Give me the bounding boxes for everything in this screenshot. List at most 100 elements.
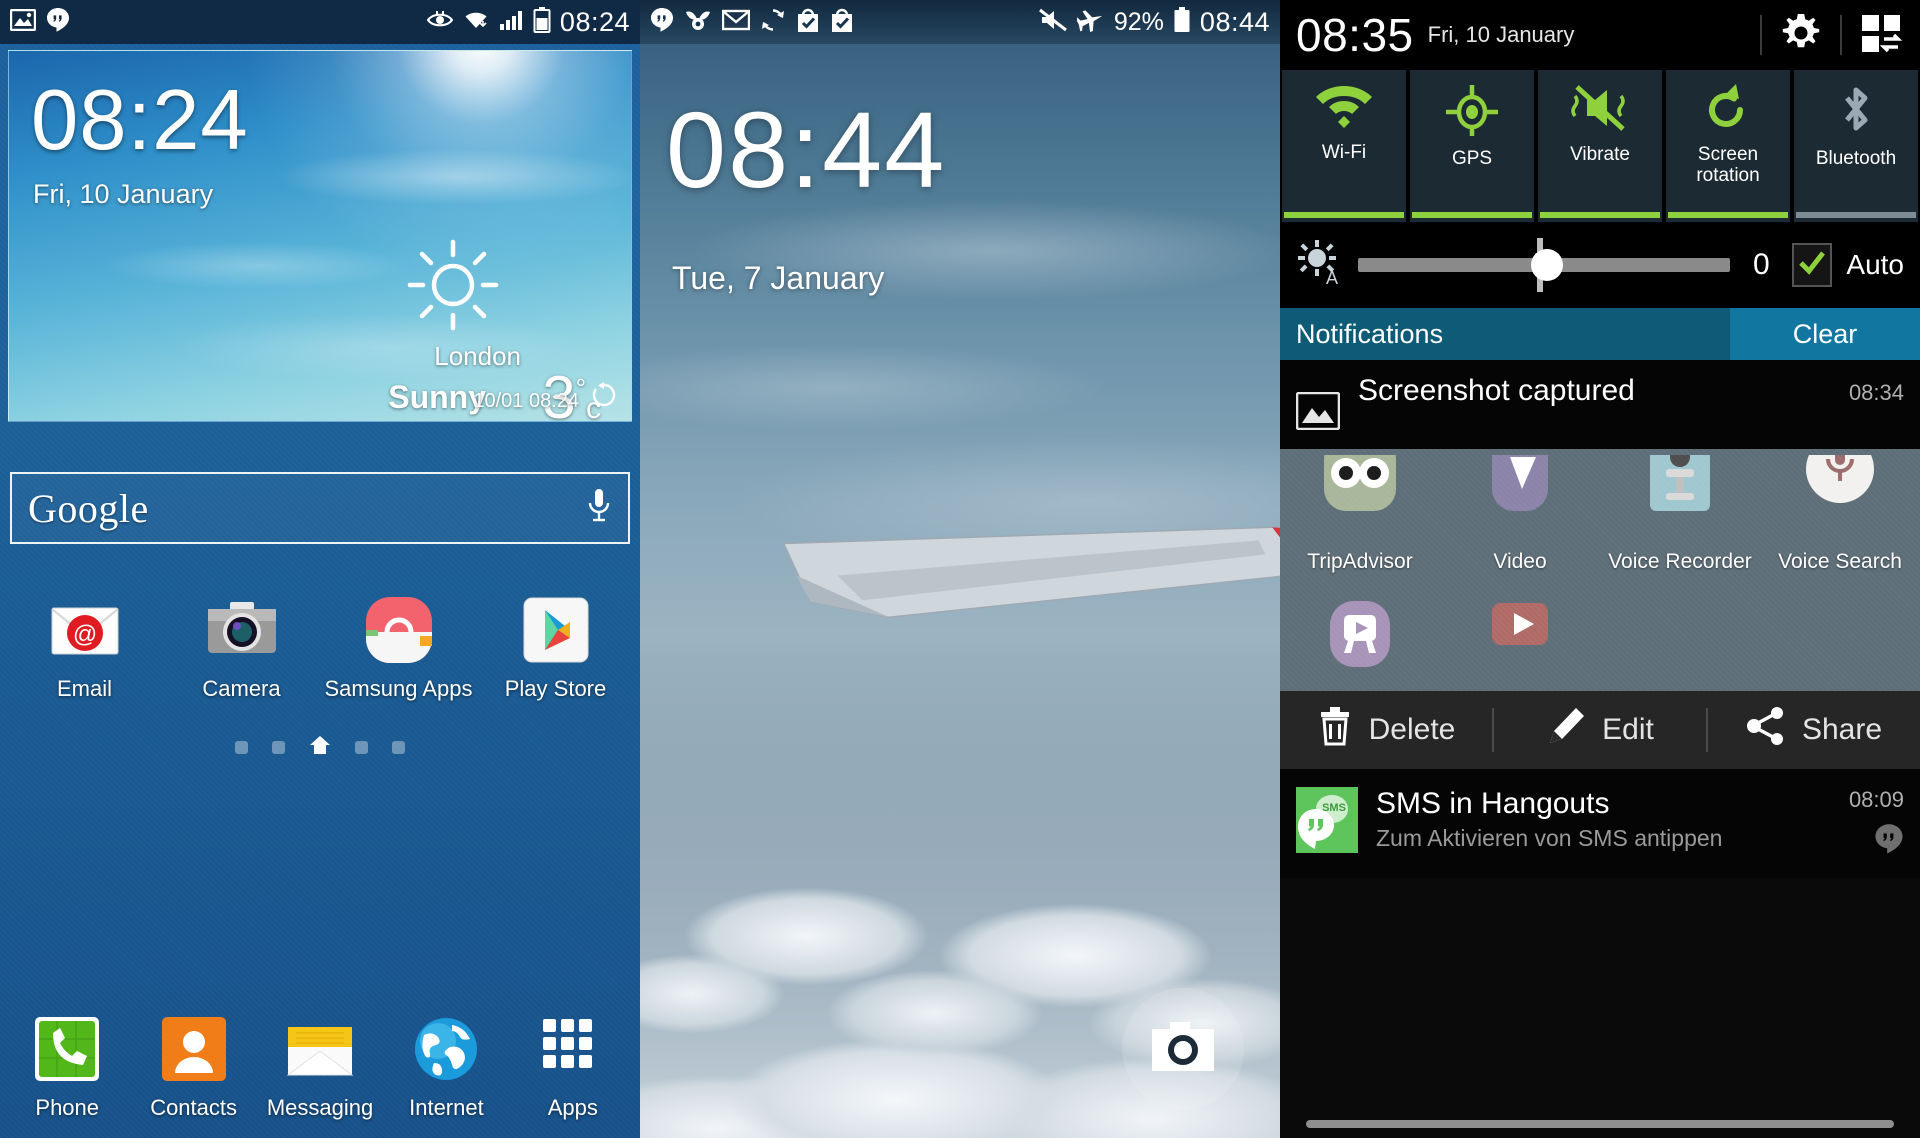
toggle-label: GPS — [1451, 148, 1493, 169]
refresh-icon[interactable] — [591, 382, 617, 413]
app-shortcut-camera[interactable]: Camera — [163, 592, 320, 701]
app-shortcut-email[interactable]: @ Email — [6, 592, 163, 701]
hangouts-icon — [46, 7, 70, 38]
samsung-apps-icon — [361, 592, 437, 668]
weather-updated-time: 10/01 08:24 — [473, 390, 579, 412]
notifications-title: Notifications — [1296, 318, 1444, 349]
drawer-item-tripadvisor[interactable]: TripAdvisor — [1280, 449, 1440, 573]
lockscreen-panel: 92% 08:44 08:44 Tue, 7 January — [640, 0, 1280, 1138]
vibrate-icon — [1569, 82, 1631, 139]
shade-scrollbar[interactable] — [1306, 1120, 1894, 1128]
slider-handle[interactable] — [1531, 249, 1564, 281]
app-shortcut-play-store[interactable]: Play Store — [477, 592, 634, 701]
dock-label: Phone — [35, 1094, 100, 1120]
voice-search-icon — [1798, 449, 1882, 544]
page-dot[interactable] — [392, 741, 405, 755]
share-button[interactable]: Share — [1708, 691, 1920, 769]
home-icon[interactable] — [309, 735, 331, 760]
widget-date: Fri, 10 January — [33, 179, 214, 209]
google-search-bar[interactable]: Google — [10, 472, 630, 544]
notification-title: SMS in Hangouts — [1376, 787, 1610, 820]
svg-text:SMS: SMS — [1322, 802, 1346, 814]
toggle-state-bar — [1540, 212, 1660, 218]
microphone-icon[interactable] — [586, 486, 612, 531]
notification-sms-hangouts[interactable]: SMS SMS in Hangouts Zum Aktivieren von S… — [1280, 769, 1920, 878]
share-label: Share — [1801, 713, 1883, 746]
edit-button[interactable]: Edit — [1494, 691, 1706, 769]
drawer-item-watchon[interactable]: WatchON — [1280, 599, 1440, 691]
brightness-slider[interactable] — [1358, 238, 1731, 292]
app-label: Play Store — [504, 676, 607, 701]
page-dot[interactable] — [355, 741, 368, 755]
app-label: Samsung Apps — [324, 676, 473, 701]
camera-shortcut-button[interactable] — [1122, 988, 1244, 1110]
dock-item-phone[interactable]: Phone — [4, 1011, 130, 1120]
sun-icon — [405, 237, 501, 338]
hangouts-icon — [1874, 823, 1904, 860]
smart-stay-icon — [426, 10, 454, 35]
widget-clock: 08:24 — [31, 73, 249, 168]
notification-screenshot[interactable]: Screenshot captured 08:34 — [1280, 360, 1920, 449]
svg-text:A: A — [1326, 268, 1338, 287]
homescreen-panel: 08:24 08:24 Fri, 10 January London Sunny… — [0, 0, 640, 1138]
toggle-state-bar — [1412, 212, 1532, 218]
status-bar-left-icons — [9, 7, 70, 38]
dock-item-apps[interactable]: Apps — [510, 1011, 636, 1120]
dock-label: Apps — [547, 1094, 598, 1120]
toggle-state-bar — [1796, 212, 1916, 218]
clear-notifications-button[interactable]: Clear — [1730, 308, 1920, 360]
toggle-screen-rotation[interactable]: Screen rotation — [1666, 70, 1790, 222]
dock: Phone Contacts Messaging Internet Apps — [0, 1011, 640, 1120]
dock-label: Internet — [409, 1094, 484, 1120]
status-bar-left-icons — [650, 7, 854, 38]
bluetooth-icon — [1833, 82, 1879, 143]
lockscreen-clock: 08:44 — [666, 89, 947, 210]
wifi-icon — [1313, 82, 1375, 137]
status-bar: 08:24 — [0, 0, 640, 44]
dock-item-messaging[interactable]: Messaging — [257, 1011, 383, 1120]
screenshot-action-bar: Delete Edit Share — [1280, 691, 1920, 769]
app-shortcut-samsung-apps[interactable]: Samsung Apps — [320, 592, 477, 701]
contacts-icon — [156, 1011, 232, 1087]
trash-icon — [1317, 706, 1353, 754]
gear-icon[interactable] — [1778, 10, 1824, 61]
camera-icon — [204, 592, 280, 668]
wifi-icon — [463, 9, 489, 36]
shade-date: Fri, 10 January — [1427, 22, 1575, 47]
dock-label: Contacts — [150, 1094, 238, 1120]
status-bar-clock: 08:24 — [559, 6, 630, 37]
toggle-wifi[interactable]: Wi-Fi — [1282, 70, 1406, 222]
three-panel-screenshot: 08:24 08:24 Fri, 10 January London Sunny… — [0, 0, 1920, 1138]
internet-icon — [408, 1011, 484, 1087]
play-store-icon — [830, 7, 854, 38]
toggle-bluetooth[interactable]: Bluetooth — [1794, 70, 1918, 222]
auto-brightness-checkbox[interactable] — [1792, 243, 1833, 287]
delete-button[interactable]: Delete — [1280, 691, 1492, 769]
dock-item-internet[interactable]: Internet — [383, 1011, 509, 1120]
dock-item-contacts[interactable]: Contacts — [130, 1011, 256, 1120]
page-dot[interactable] — [235, 741, 248, 755]
battery-percent-label: 92% — [1113, 7, 1164, 36]
hangouts-icon — [650, 7, 674, 38]
weather-clock-widget[interactable]: 08:24 Fri, 10 January London Sunny 3°c 1… — [8, 50, 632, 422]
app-shortcut-row: @ Email Camera Samsung Apps Play Store — [0, 592, 640, 701]
drawer-item-video[interactable]: Video — [1440, 449, 1600, 573]
toggle-label: Bluetooth — [1815, 148, 1897, 169]
drawer-label: Video — [1493, 550, 1547, 573]
battery-icon — [1173, 6, 1191, 38]
youtube-icon — [1478, 599, 1562, 688]
brightness-row: A 0 Auto — [1280, 222, 1920, 308]
toggle-gps[interactable]: GPS — [1410, 70, 1534, 222]
drawer-item-youtube[interactable]: YouTube — [1440, 599, 1600, 691]
drawer-label: TripAdvisor — [1307, 550, 1413, 573]
watchon-icon — [1318, 599, 1402, 688]
toggle-vibrate[interactable]: Vibrate — [1538, 70, 1662, 222]
page-dot[interactable] — [272, 741, 285, 755]
drawer-item-voice-recorder[interactable]: Voice Recorder — [1600, 449, 1760, 573]
quick-settings-grid-icon[interactable] — [1858, 10, 1904, 61]
google-wordmark: Google — [28, 485, 149, 531]
drawer-item-voice-search[interactable]: Voice Search — [1760, 449, 1920, 573]
notification-title: Screenshot captured — [1358, 374, 1635, 407]
video-icon — [1478, 449, 1562, 544]
weather-city: London — [434, 341, 521, 371]
